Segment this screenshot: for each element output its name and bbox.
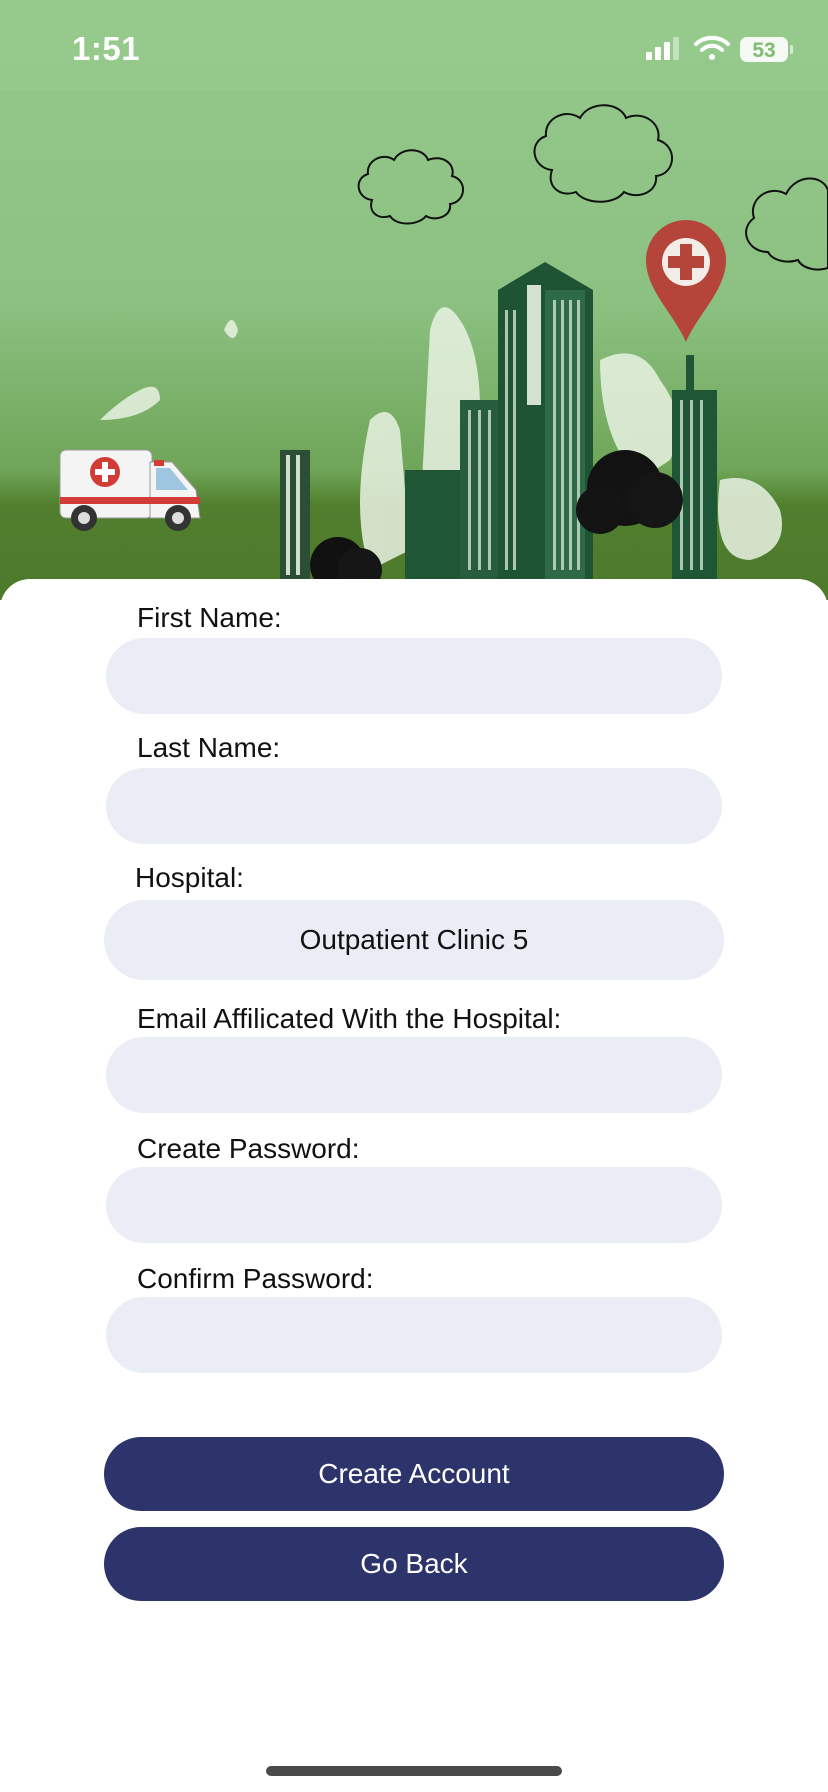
cellular-signal-icon xyxy=(646,37,679,60)
hospital-selected-value: Outpatient Clinic 5 xyxy=(299,924,529,955)
battery-icon: 53 xyxy=(740,37,793,62)
medical-location-pin-icon xyxy=(646,220,726,342)
city-scene-illustration xyxy=(0,0,828,593)
status-icons: 53 xyxy=(646,35,793,62)
first-name-input[interactable] xyxy=(106,638,722,714)
status-time: 1:51 xyxy=(72,30,141,67)
cloud-icon xyxy=(357,149,464,225)
hospital-select[interactable]: Outpatient Clinic 5 xyxy=(104,900,724,980)
create-password-label: Create Password: xyxy=(137,1133,360,1164)
cloud-icon xyxy=(745,177,828,271)
last-name-label: Last Name: xyxy=(137,732,281,763)
create-account-button[interactable]: Create Account xyxy=(104,1437,724,1511)
go-back-button[interactable]: Go Back xyxy=(104,1527,724,1601)
first-name-label: First Name: xyxy=(137,602,282,633)
email-input[interactable] xyxy=(106,1037,722,1113)
last-name-input[interactable] xyxy=(106,768,722,844)
header-illustration: 1:51 53 xyxy=(0,0,828,600)
create-password-input[interactable] xyxy=(106,1167,722,1243)
confirm-password-input[interactable] xyxy=(106,1297,722,1373)
confirm-password-label: Confirm Password: xyxy=(137,1263,374,1294)
wifi-icon xyxy=(694,35,730,60)
battery-level: 53 xyxy=(752,39,775,62)
cloud-icon xyxy=(533,104,673,203)
home-indicator xyxy=(266,1766,562,1776)
hospital-label: Hospital: xyxy=(135,862,244,893)
email-label: Email Affilicated With the Hospital: xyxy=(137,1003,562,1034)
ambulance-icon xyxy=(59,449,201,531)
